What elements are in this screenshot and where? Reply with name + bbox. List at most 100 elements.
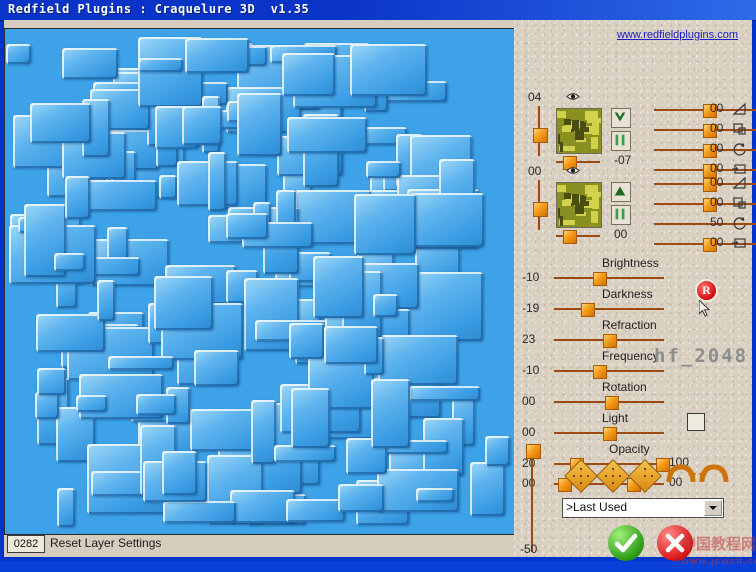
slider-value-darkness: -19	[522, 301, 539, 315]
preview-tile	[159, 175, 177, 199]
preview-tile	[409, 386, 480, 401]
slider-value-rotation: 00	[522, 394, 535, 408]
layer-1-vertical-value: 04	[528, 90, 541, 104]
slider-refraction-thumb[interactable]	[603, 334, 617, 348]
bars-shape-icon[interactable]	[611, 205, 631, 225]
slider-rotation-thumb[interactable]	[605, 396, 619, 410]
eye-icon[interactable]	[566, 92, 580, 101]
layer-2-offset-value: 00	[614, 227, 627, 241]
master-vertical-thumb[interactable]	[526, 444, 541, 459]
redo-arc-icon[interactable]	[699, 464, 729, 482]
preview-canvas[interactable]	[4, 28, 515, 535]
bars-shape-icon[interactable]	[611, 131, 631, 151]
chevron-down-icon[interactable]	[704, 500, 722, 516]
slider-label-frequency: Frequency	[602, 349, 659, 363]
slider-value-light: 00	[522, 425, 535, 439]
window-title: Redfield Plugins : Craquelure 3D v1.35	[8, 2, 309, 16]
layer-1-slider-4-value: 00	[710, 161, 723, 175]
slider-frequency[interactable]	[554, 370, 664, 372]
preset-dropdown[interactable]: >Last Used	[562, 498, 724, 518]
preview-tile	[378, 335, 458, 385]
slider-brightness[interactable]	[554, 277, 664, 279]
layer-2-slider-4-value: 00	[710, 235, 723, 249]
preset-dropdown-value: >Last Used	[566, 500, 627, 514]
preview-tile	[76, 395, 107, 412]
preview-tile	[350, 44, 427, 96]
status-code: 0282	[7, 535, 45, 553]
slider-label-refraction: Refraction	[602, 318, 657, 332]
preview-tile	[163, 501, 236, 523]
slider-brightness-thumb[interactable]	[593, 272, 607, 286]
bevel-wedge-icon[interactable]	[732, 102, 748, 116]
preview-tile	[313, 256, 364, 318]
preview-tile	[162, 451, 197, 495]
title-bar: Redfield Plugins : Craquelure 3D v1.35	[0, 0, 756, 21]
layer-1-slider-3-value: 00	[710, 141, 723, 155]
bars-shape-icon	[612, 206, 628, 222]
rotate-icon[interactable]	[732, 142, 748, 156]
master-vertical-track[interactable]	[531, 448, 533, 552]
preview-tile	[416, 488, 454, 502]
layer-2-vertical-thumb[interactable]	[533, 202, 548, 217]
slider-label-brightness: Brightness	[602, 256, 659, 270]
status-bar: 0282 Reset Layer Settings	[4, 533, 513, 555]
offset-square-icon[interactable]	[732, 196, 748, 210]
layer-1-vertical-thumb[interactable]	[533, 128, 548, 143]
preview-tile	[54, 253, 85, 271]
preview-tile	[226, 213, 268, 239]
layer-1-thumbnail[interactable]	[556, 108, 602, 154]
peak-shape-icon[interactable]	[611, 182, 631, 202]
layer-2-slider-2-value: 00	[710, 195, 723, 209]
offset-square-icon[interactable]	[732, 122, 748, 136]
registered-badge: R	[695, 279, 718, 302]
opacity-checkbox[interactable]	[687, 413, 705, 431]
status-message: Reset Layer Settings	[50, 536, 161, 550]
preview-tile	[208, 152, 226, 211]
bevel-wedge-icon[interactable]	[732, 176, 748, 190]
preview-tile	[136, 394, 176, 415]
preview-tile	[6, 44, 31, 64]
layer-2-offset-slider-thumb[interactable]	[563, 230, 577, 244]
check-icon	[608, 525, 644, 561]
preview-tile	[354, 194, 416, 255]
preview-tile	[185, 38, 249, 73]
site-watermark-cn: 中国教程网	[681, 536, 756, 553]
slider-frequency-thumb[interactable]	[593, 365, 607, 379]
preview-tile	[154, 276, 213, 330]
preview-tile	[324, 326, 378, 364]
slider-darkness-thumb[interactable]	[581, 303, 595, 317]
watermark-text: hf_2048	[654, 345, 748, 367]
site-watermark: 中国教程网 www.jcwcn.com	[681, 536, 756, 572]
shift-shape-icon[interactable]	[732, 236, 748, 250]
slider-label-opacity: Opacity	[609, 442, 650, 456]
rotate-icon[interactable]	[732, 216, 748, 230]
preview-tile	[36, 314, 105, 352]
preview-tile	[287, 117, 367, 153]
preview-tile	[286, 499, 345, 522]
preview-tile	[366, 161, 401, 178]
preview-tile	[291, 388, 330, 448]
preview-tile	[35, 392, 59, 419]
layer-2-thumbnail[interactable]	[556, 182, 602, 228]
preview-tile	[282, 53, 335, 96]
slider-value-brightness: -10	[522, 270, 539, 284]
eye-icon[interactable]	[566, 166, 580, 175]
craquelure-preview-image[interactable]	[5, 29, 512, 532]
preview-tile	[470, 462, 505, 516]
preview-tile	[338, 484, 384, 512]
preview-tile	[107, 227, 128, 261]
slider-darkness[interactable]	[554, 308, 664, 310]
shift-shape-icon[interactable]	[732, 162, 748, 176]
mouse-cursor-icon	[699, 300, 711, 318]
undo-arc-icon[interactable]	[666, 464, 696, 482]
master-vertical-bottom-value: -50	[520, 542, 537, 556]
slider-label-darkness: Darkness	[602, 287, 653, 301]
preview-tile	[371, 379, 410, 448]
ok-button[interactable]	[608, 525, 644, 561]
slider-light-thumb[interactable]	[603, 427, 617, 441]
valley-shape-icon[interactable]	[611, 108, 631, 128]
preview-tile	[289, 323, 324, 359]
preview-tile	[108, 356, 174, 370]
website-link[interactable]: www.redfieldplugins.com	[617, 29, 738, 41]
preview-tile	[373, 294, 398, 317]
